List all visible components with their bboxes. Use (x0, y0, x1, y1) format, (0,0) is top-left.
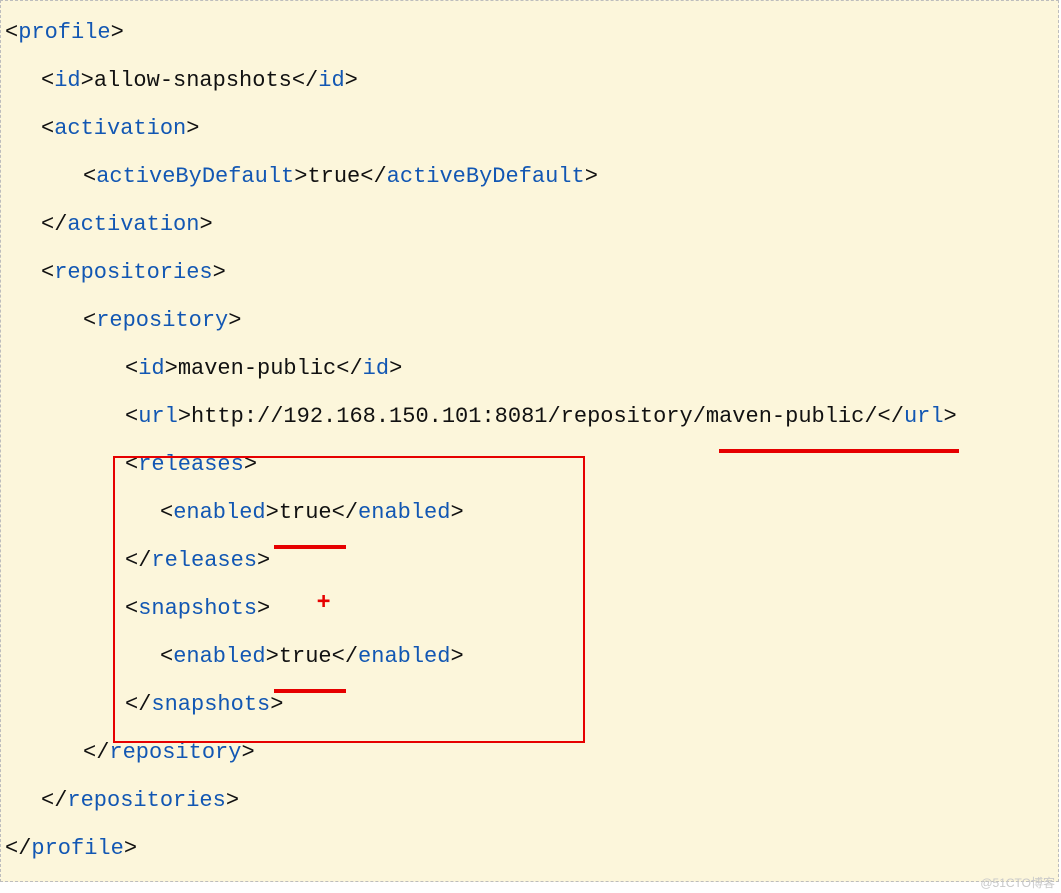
code-line: </repositories> (5, 777, 1054, 825)
code-line: <id>maven-public</id> (5, 345, 1054, 393)
code-line: <activeByDefault>true</activeByDefault> (5, 153, 1054, 201)
code-line: <id>allow-snapshots</id> (5, 57, 1054, 105)
code-line: </profile> (5, 825, 1054, 873)
code-line: <repository> (5, 297, 1054, 345)
code-line: <profile> (5, 9, 1054, 57)
code-line: <activation> (5, 105, 1054, 153)
code-line: <releases> (5, 441, 1054, 489)
code-line: </snapshots> (5, 681, 1054, 729)
code-line: </repository> (5, 729, 1054, 777)
code-block: <profile> <id>allow-snapshots</id> <acti… (0, 0, 1059, 882)
code-line: <repositories> (5, 249, 1054, 297)
watermark-text: @51CTO博客 (980, 874, 1055, 891)
code-line: <url>http://192.168.150.101:8081/reposit… (5, 393, 1054, 441)
code-line: <enabled>true</enabled> (5, 633, 1054, 681)
code-line: <snapshots> (5, 585, 1054, 633)
code-line: </releases> (5, 537, 1054, 585)
code-line: </activation> (5, 201, 1054, 249)
code-line: <enabled>true</enabled> (5, 489, 1054, 537)
